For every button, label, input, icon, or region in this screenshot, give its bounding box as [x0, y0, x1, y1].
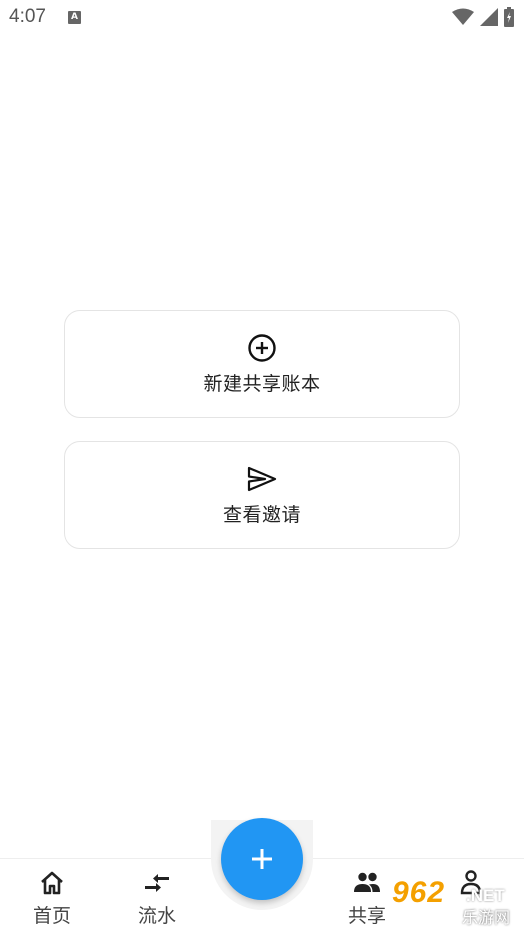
signal-icon	[480, 8, 498, 26]
watermark-suffix: .NET	[466, 886, 505, 905]
nav-label-home: 首页	[32, 905, 71, 927]
wifi-icon	[452, 8, 474, 25]
plus-icon	[252, 849, 272, 869]
notification-app-icon: A	[68, 11, 81, 24]
new-shared-ledger-card[interactable]: 新建共享账本	[64, 310, 460, 418]
watermark-brand: 962	[392, 876, 446, 909]
status-time: 4:07	[9, 6, 46, 27]
status-icons	[452, 7, 514, 27]
screen: 4:07 A 新建共享账本 查看邀请 首页 流水 共享 962 .NET 乐游网	[0, 0, 524, 933]
nav-item-home[interactable]: 首页	[12, 869, 92, 928]
send-icon	[247, 466, 277, 491]
view-invites-label: 查看邀请	[222, 503, 301, 526]
nav-item-flow[interactable]: 流水	[117, 869, 197, 928]
watermark-logo: 962 .NET 乐游网	[386, 876, 520, 928]
add-circle-icon	[248, 333, 276, 362]
people-icon	[354, 872, 380, 892]
nav-label-flow: 流水	[137, 905, 176, 927]
new-shared-ledger-label: 新建共享账本	[203, 372, 321, 395]
view-invites-card[interactable]: 查看邀请	[64, 441, 460, 549]
watermark-text: 乐游网	[462, 908, 511, 927]
nav-label-share: 共享	[347, 905, 386, 927]
status-bar: 4:07 A	[0, 0, 524, 36]
battery-icon	[504, 7, 514, 27]
transfer-arrows-icon	[145, 874, 169, 892]
add-record-fab[interactable]	[221, 818, 303, 900]
home-icon	[41, 871, 63, 895]
